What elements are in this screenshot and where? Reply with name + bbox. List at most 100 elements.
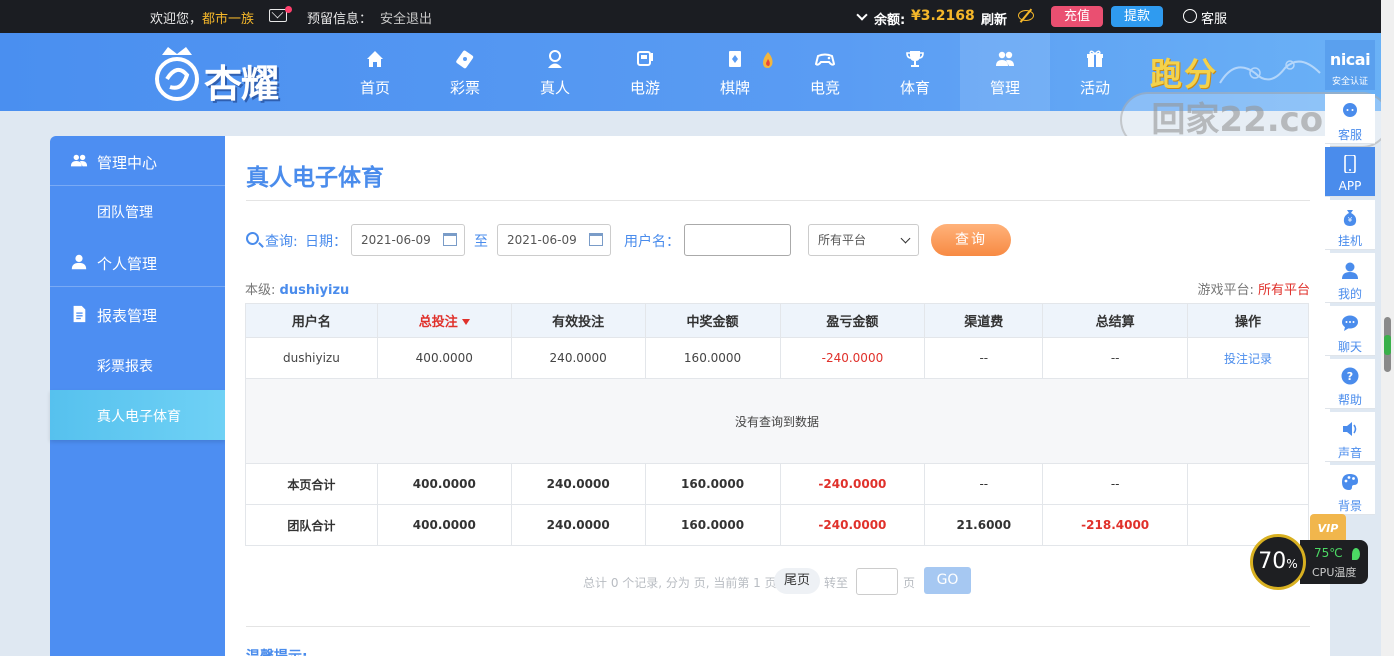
- withdraw-button[interactable]: 提款: [1111, 6, 1163, 27]
- page-scrollbar[interactable]: [1381, 0, 1394, 656]
- recharge-button[interactable]: 充值: [1051, 6, 1103, 27]
- refresh-button[interactable]: 刷新: [981, 9, 1007, 28]
- scrollbar-thumb[interactable]: [1384, 317, 1391, 372]
- gift-icon: [1087, 50, 1103, 67]
- promo-banner[interactable]: 跑分: [1150, 49, 1218, 95]
- balance-value: ¥3.2168: [911, 8, 975, 24]
- users-icon: [70, 154, 88, 167]
- site-logo[interactable]: 杏耀: [152, 39, 302, 106]
- nav-manage[interactable]: 管理: [960, 33, 1050, 111]
- logo-emblem-icon: [155, 47, 199, 101]
- last-page-button[interactable]: 尾页: [774, 568, 820, 594]
- table-cell: 400.0000: [376, 337, 512, 379]
- float-item-chat[interactable]: 聊天: [1325, 306, 1375, 356]
- page-total-row: 本页合计 400.0000 240.0000 160.0000 -240.000…: [245, 463, 1309, 505]
- nav-esports[interactable]: 电竞: [780, 33, 870, 111]
- svg-text:¥: ¥: [1348, 216, 1353, 224]
- customer-service-link[interactable]: 客服: [1201, 8, 1227, 27]
- eye-off-icon[interactable]: [1018, 10, 1034, 21]
- float-item-background[interactable]: 背景: [1325, 465, 1375, 515]
- float-item-help[interactable]: ? 帮助: [1325, 359, 1375, 409]
- nav-label: 真人: [539, 79, 570, 97]
- nav-events[interactable]: 活动: [1050, 33, 1140, 111]
- username-input[interactable]: [684, 224, 791, 256]
- start-date-input[interactable]: 2021-06-09: [351, 224, 465, 256]
- sidebar-group-manage-center[interactable]: 管理中心: [50, 136, 225, 186]
- logout-link[interactable]: 安全退出: [380, 8, 432, 27]
- reserved-info-label: 预留信息：: [307, 12, 373, 27]
- table-cell: 240.0000: [510, 463, 646, 505]
- cpu-temp-value: 75℃: [1314, 546, 1343, 560]
- table-cell: [1187, 463, 1309, 505]
- cpu-temp-widget[interactable]: 75℃ CPU温度 70%: [1250, 534, 1368, 590]
- sidebar-group-reports[interactable]: 报表管理: [50, 289, 225, 339]
- sidebar-label: 彩票报表: [97, 359, 153, 375]
- team-total-row: 团队合计 400.0000 240.0000 160.0000 -240.000…: [245, 504, 1309, 546]
- welcome-text: 欢迎您，都市一族: [150, 12, 255, 27]
- column-header: 总结算: [1042, 303, 1189, 338]
- chat-bubble-icon[interactable]: [1183, 9, 1197, 23]
- divider: [246, 200, 1310, 201]
- go-button[interactable]: GO: [924, 567, 971, 594]
- gamepad-icon: [815, 53, 835, 66]
- column-header: 渠道费: [924, 303, 1044, 338]
- table-cell: 400.0000: [376, 504, 512, 546]
- column-header: 有效投注: [510, 303, 646, 338]
- users-icon: [996, 51, 1014, 66]
- tips-heading: 温馨提示:: [246, 646, 308, 656]
- cards-icon: [729, 51, 741, 67]
- float-item-sound[interactable]: 声音: [1325, 412, 1375, 462]
- float-item-app[interactable]: APP: [1325, 147, 1375, 197]
- empty-row: 没有查询到数据: [245, 378, 1309, 464]
- sidebar-group-personal[interactable]: 个人管理: [50, 237, 225, 287]
- money-bag-icon: ¥: [1343, 210, 1357, 226]
- calendar-icon[interactable]: [589, 233, 603, 246]
- column-header-sortable[interactable]: 总投注: [376, 303, 512, 338]
- date-label: 日期：: [305, 234, 347, 250]
- bet-record-link[interactable]: 投注记录: [1187, 337, 1309, 379]
- ticket-icon: [456, 50, 474, 69]
- table-header-row: 用户名 总投注 有效投注 中奖金额 盈亏金额 渠道费 总结算 操作: [245, 303, 1309, 338]
- query-button[interactable]: 查询: [931, 224, 1011, 256]
- table-cell: 团队合计: [245, 504, 378, 546]
- page-number-input[interactable]: [856, 568, 898, 595]
- table-cell: 240.0000: [510, 337, 646, 379]
- table-cell: -240.0000: [779, 337, 926, 379]
- nav-slots[interactable]: 电游: [600, 33, 690, 111]
- nav-label: 彩票: [449, 79, 480, 97]
- float-item-hangup[interactable]: ¥ 挂机: [1325, 200, 1375, 250]
- sidebar-label: 报表管理: [97, 307, 158, 325]
- nav-chess[interactable]: 棋牌: [690, 33, 780, 111]
- nav-label: 电竞: [809, 79, 840, 97]
- nav-home[interactable]: 首页: [330, 33, 420, 111]
- level-user-link[interactable]: dushiyizu: [280, 283, 350, 298]
- decorative-swirl: [1219, 60, 1321, 84]
- float-item-mine[interactable]: 我的: [1325, 253, 1375, 303]
- calendar-icon[interactable]: [443, 233, 457, 246]
- nav-label: 首页: [359, 79, 390, 97]
- sidebar-item-live-electronic-sports[interactable]: 真人电子体育: [50, 390, 225, 440]
- empty-message: 没有查询到数据: [245, 378, 1309, 464]
- sidebar-item-team[interactable]: 团队管理: [50, 186, 225, 236]
- end-date-input[interactable]: 2021-06-09: [497, 224, 611, 256]
- nav-label: 电游: [629, 79, 660, 97]
- mail-icon[interactable]: [269, 9, 287, 22]
- chevron-down-icon[interactable]: [856, 9, 868, 21]
- nav-lottery[interactable]: 彩票: [420, 33, 510, 111]
- table-cell: dushiyizu: [245, 337, 378, 379]
- platform-select[interactable]: 所有平台: [808, 224, 919, 256]
- float-item-service[interactable]: 客服: [1325, 94, 1375, 144]
- slot-icon: [637, 51, 653, 66]
- table-cell: --: [1042, 463, 1189, 505]
- cpu-panel: 75℃ CPU温度: [1300, 540, 1368, 584]
- nav-live[interactable]: 真人: [510, 33, 600, 111]
- security-badge[interactable]: nicai 安全认证: [1325, 40, 1375, 90]
- nav-sports[interactable]: 体育: [870, 33, 960, 111]
- document-icon: [73, 305, 86, 323]
- sidebar-item-lottery-report[interactable]: 彩票报表: [50, 340, 225, 390]
- cpu-temp-label: CPU温度: [1312, 566, 1357, 579]
- page-title: 真人电子体育: [246, 165, 384, 191]
- username-link[interactable]: 都市一族: [202, 12, 254, 27]
- help-icon: ?: [1341, 367, 1359, 385]
- report-table: 用户名 总投注 有效投注 中奖金额 盈亏金额 渠道费 总结算 操作 dushiy…: [245, 303, 1309, 546]
